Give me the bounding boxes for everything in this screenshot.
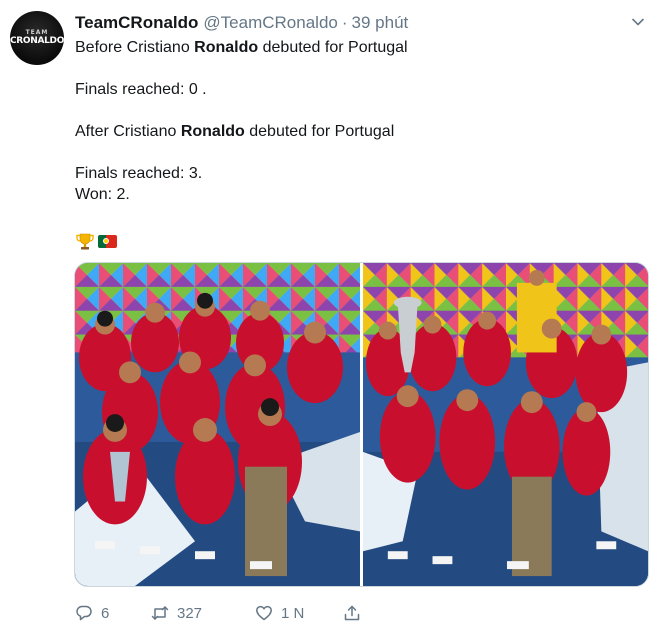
emoji-row (75, 232, 117, 250)
media-grid[interactable] (74, 262, 649, 587)
tweet-line: After Cristiano Ronaldo debuted for Port… (75, 123, 395, 140)
display-name[interactable]: TeamCRonaldo (75, 13, 198, 33)
like-count: 1 N (281, 604, 305, 622)
tweet-line: Finals reached: 3. (75, 165, 203, 182)
reply-button[interactable]: 6 (75, 604, 151, 622)
team-celebration-photo-2[interactable] (363, 263, 648, 586)
tweet-card[interactable]: TEAM CRONALDO TeamCRonaldo @TeamCRonaldo… (0, 0, 660, 630)
heart-icon (256, 605, 272, 621)
tweet-line: Won: 2. (75, 186, 130, 203)
reply-icon (76, 605, 92, 621)
share-icon (344, 605, 360, 621)
tweet-text: Before Cristiano Ronaldo debuted for Por… (75, 37, 635, 205)
trophy-icon (76, 233, 94, 249)
timestamp[interactable]: 39 phút (352, 13, 409, 33)
team-celebration-photo-1[interactable] (75, 263, 360, 586)
chevron-down-icon[interactable] (630, 14, 646, 30)
retweet-button[interactable]: 327 (151, 604, 255, 622)
retweet-icon (151, 606, 169, 620)
like-button[interactable]: 1 N (255, 604, 343, 622)
reply-count: 6 (101, 604, 110, 622)
avatar[interactable]: TEAM CRONALDO (10, 11, 64, 65)
user-handle[interactable]: @TeamCRonaldo (203, 13, 337, 33)
tweet-line: Before Cristiano Ronaldo debuted for Por… (75, 39, 408, 56)
share-button[interactable] (343, 604, 373, 622)
tweet-header: TeamCRonaldo @TeamCRonaldo · 39 phút (75, 12, 408, 34)
tweet-actions: 6 327 1 N (75, 600, 373, 626)
retweet-count: 327 (177, 604, 203, 622)
avatar-logo-main: CRONALDO (10, 36, 64, 46)
separator-dot: · (341, 13, 348, 32)
tweet-line: Finals reached: 0 . (75, 81, 207, 98)
portugal-flag-icon (98, 234, 117, 248)
